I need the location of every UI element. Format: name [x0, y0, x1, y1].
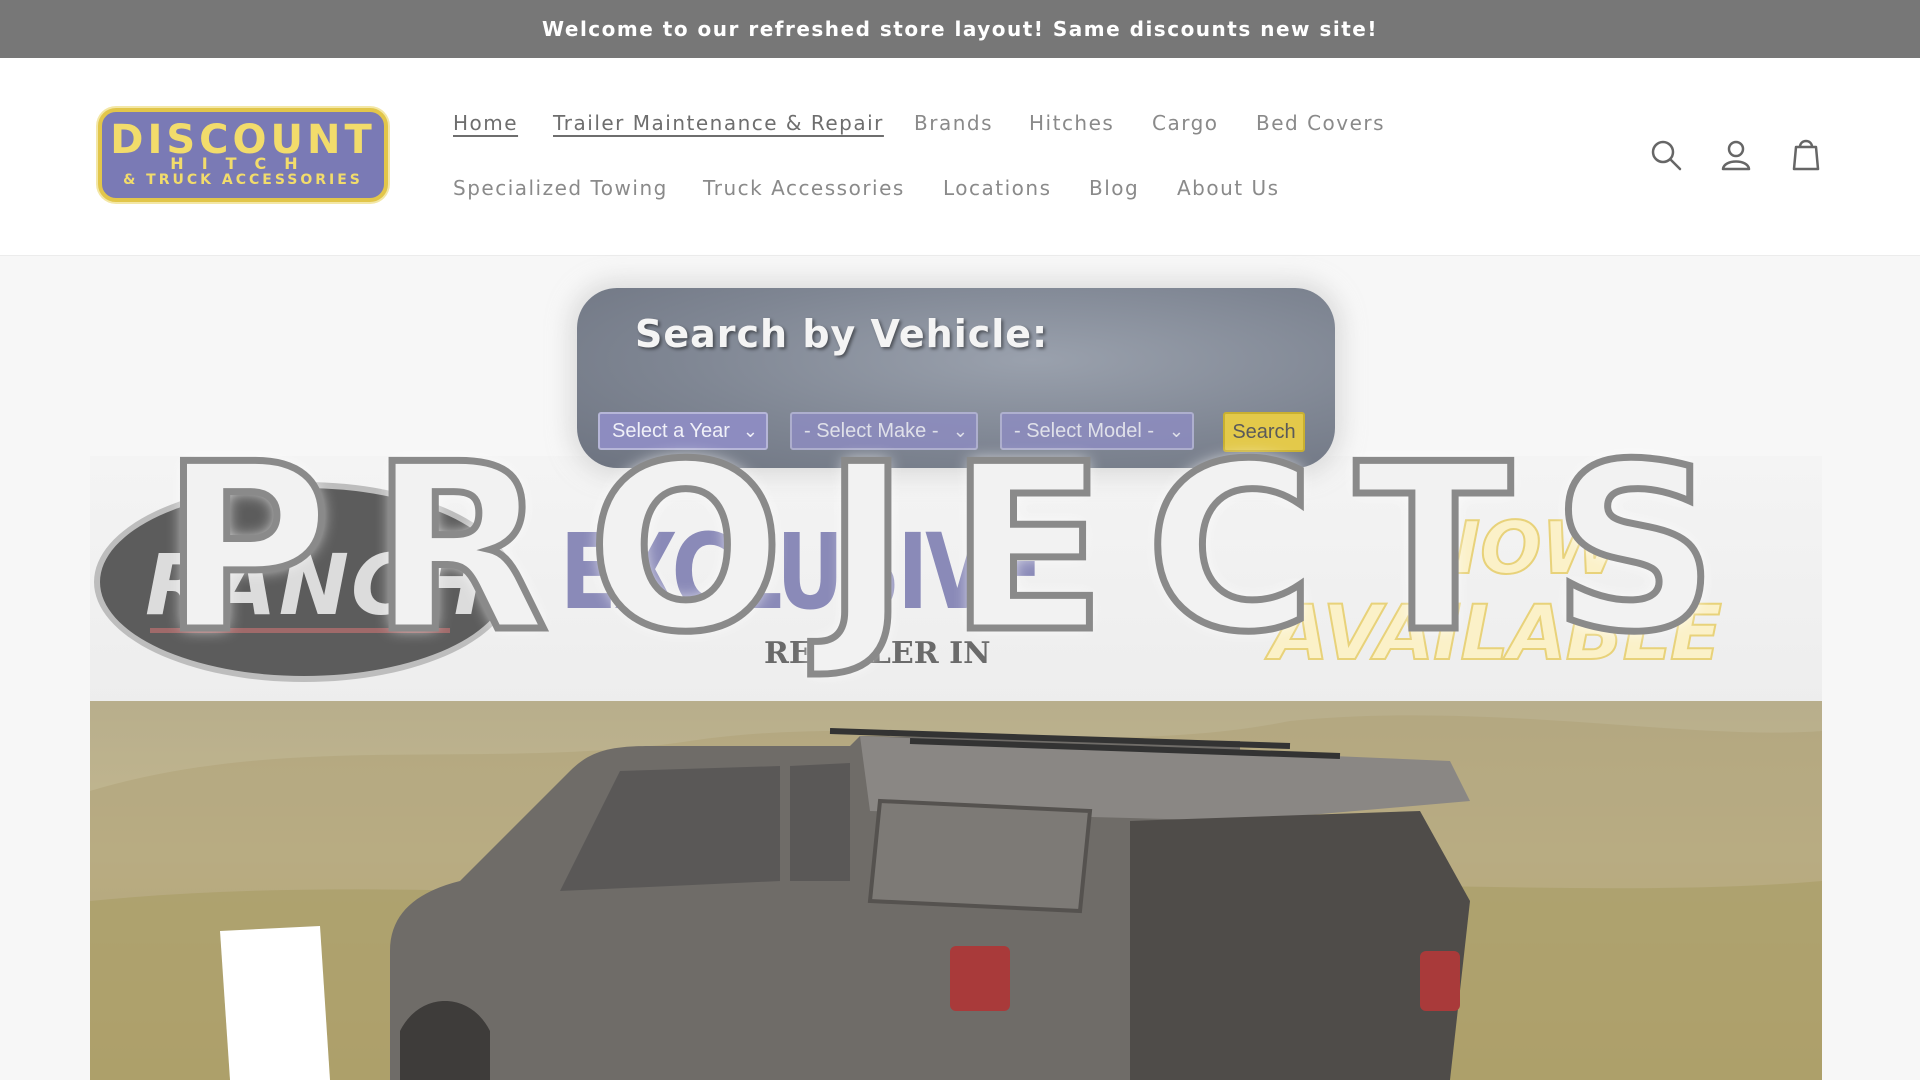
site-header: DISCOUNT HITCH & TRUCK ACCESSORIES Home … [0, 58, 1920, 256]
nav-brands[interactable]: Brands [914, 111, 993, 135]
account-icon[interactable] [1718, 137, 1754, 173]
nav-hitches[interactable]: Hitches [1029, 111, 1114, 135]
cart-icon[interactable] [1788, 137, 1824, 173]
vehicle-search-title: Search by Vehicle: [635, 312, 1049, 356]
announcement-bar: Welcome to our refreshed store layout! S… [0, 0, 1920, 58]
logo-hitch-text: HITCH [170, 154, 316, 173]
truck-photo [90, 701, 1822, 1080]
logo-tagline-text: & TRUCK ACCESSORIES [123, 172, 363, 188]
nav-home[interactable]: Home [453, 111, 518, 135]
projects-overlay-title: PROJECTS [159, 416, 1758, 683]
announcement-text: Welcome to our refreshed store layout! S… [542, 17, 1378, 41]
nav-trailer-maintenance[interactable]: Trailer Maintenance & Repair [553, 111, 884, 135]
nav-cargo[interactable]: Cargo [1152, 111, 1219, 135]
nav-bed-covers[interactable]: Bed Covers [1256, 111, 1385, 135]
store-logo[interactable]: DISCOUNT HITCH & TRUCK ACCESSORIES [98, 108, 388, 202]
nav-locations[interactable]: Locations [943, 176, 1052, 200]
truck-illustration [90, 715, 1822, 1080]
nav-truck-accessories[interactable]: Truck Accessories [703, 176, 905, 200]
nav-blog[interactable]: Blog [1089, 176, 1139, 200]
nav-specialized-towing[interactable]: Specialized Towing [453, 176, 668, 200]
search-icon[interactable] [1648, 137, 1684, 173]
nav-about-us[interactable]: About Us [1177, 176, 1280, 200]
